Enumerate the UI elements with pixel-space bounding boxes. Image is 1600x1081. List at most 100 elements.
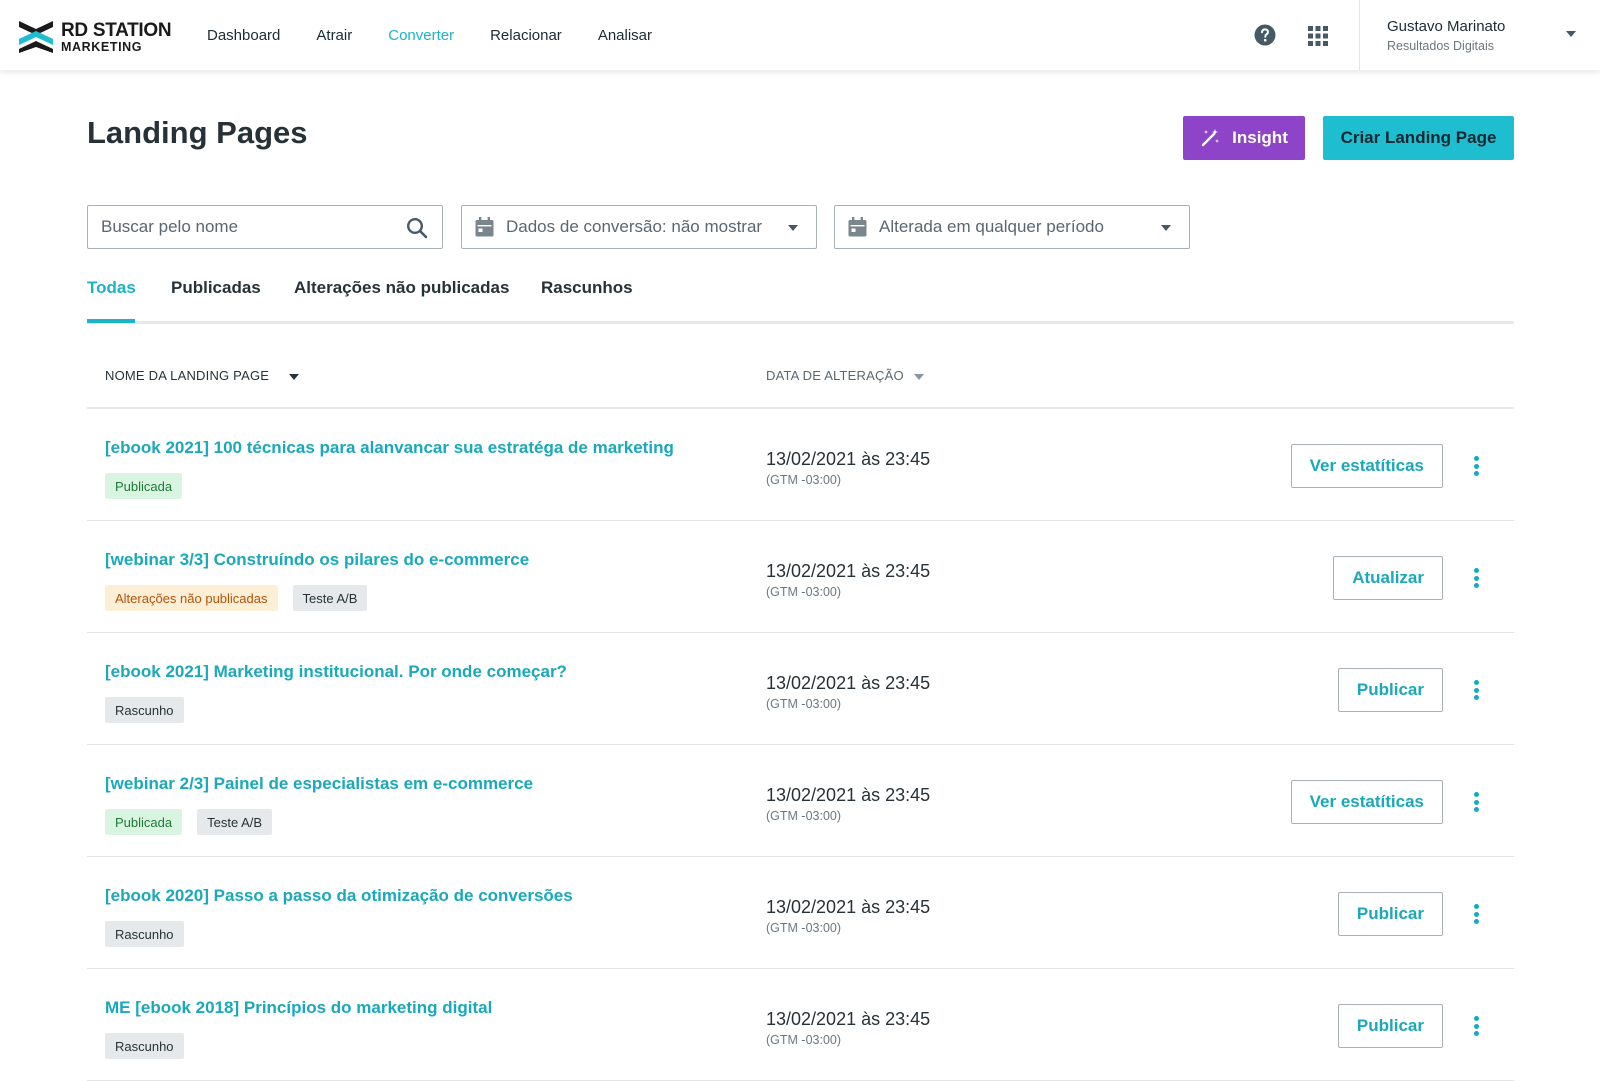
kebab-dot [1473, 471, 1479, 476]
tab-alteracoes-nao-publicadas[interactable]: Alterações não publicadas [294, 278, 509, 298]
user-menu[interactable]: Gustavo Marinato Resultados Digitais [1359, 0, 1600, 70]
table-row: ME [ebook 2018] Princípios do marketing … [87, 969, 1514, 1081]
nav-item-analisar[interactable]: Analisar [598, 27, 652, 44]
modified-date: 13/02/2021 às 23:45 [766, 673, 931, 693]
column-header-name[interactable]: NOME DA LANDING PAGE [105, 368, 300, 383]
nav-item-atrair[interactable]: Atrair [316, 27, 352, 44]
kebab-dot [1473, 568, 1479, 573]
nav-item-dashboard[interactable]: Dashboard [207, 27, 280, 44]
landing-page-title-link[interactable]: [ebook 2020] Passo a passo da otimização… [105, 886, 573, 906]
more-options-icon[interactable] [1471, 456, 1481, 476]
kebab-dot [1473, 904, 1479, 909]
status-badges: Publicada Teste A/B [105, 809, 287, 835]
modified-date: 13/02/2021 às 23:45 [766, 897, 931, 917]
modified-date: 13/02/2021 às 23:45 [766, 561, 931, 581]
table-row: [webinar 3/3] Construíndo os pilares do … [87, 521, 1514, 633]
table-row: [ebook 2020] Passo a passo da otimização… [87, 857, 1514, 969]
landing-page-title-link[interactable]: ME [ebook 2018] Princípios do marketing … [105, 998, 492, 1018]
more-options-icon[interactable] [1471, 1016, 1481, 1036]
sort-caret-icon [913, 373, 924, 380]
table-row: [ebook 2021] Marketing institucional. Po… [87, 633, 1514, 745]
tab-publicadas[interactable]: Publicadas [171, 278, 261, 298]
status-badge: Rascunho [105, 921, 184, 947]
page-title: Landing Pages [87, 115, 308, 150]
kebab-dot [1473, 583, 1479, 588]
nav-item-relacionar[interactable]: Relacionar [490, 27, 562, 44]
column-header-date[interactable]: DATA DE ALTERAÇÃO [766, 368, 924, 383]
conversion-data-select[interactable]: Dados de conversão: não mostrar [461, 205, 817, 249]
row-action-button[interactable]: Publicar [1337, 1004, 1443, 1048]
apps-grid-icon[interactable] [1308, 26, 1328, 46]
magic-wand-icon [1201, 129, 1220, 147]
row-action-button[interactable]: Publicar [1337, 668, 1443, 712]
kebab-dot [1473, 1016, 1479, 1021]
landing-page-title-link[interactable]: [ebook 2021] Marketing institucional. Po… [105, 662, 567, 682]
search-icon[interactable] [406, 217, 428, 239]
modified-date: 13/02/2021 às 23:45 [766, 785, 931, 805]
create-landing-page-button[interactable]: Criar Landing Page [1323, 116, 1514, 160]
chevron-down-icon [1566, 31, 1576, 37]
more-options-icon[interactable] [1471, 680, 1481, 700]
landing-page-title-link[interactable]: [ebook 2021] 100 técnicas para alanvanca… [105, 438, 674, 458]
tab-rascunhos[interactable]: Rascunhos [541, 278, 633, 298]
more-options-icon[interactable] [1471, 792, 1481, 812]
kebab-dot [1473, 680, 1479, 685]
more-options-icon[interactable] [1471, 904, 1481, 924]
status-tabs: Todas Publicadas Alterações não publicad… [87, 274, 1514, 324]
user-organization: Resultados Digitais [1387, 39, 1494, 53]
kebab-dot [1473, 911, 1479, 917]
row-action-button[interactable]: Atualizar [1333, 556, 1443, 600]
logo-line2: MARKETING [61, 39, 143, 54]
status-badge: Alterações não publicadas [105, 585, 278, 611]
help-icon[interactable] [1254, 24, 1276, 46]
modified-date: 13/02/2021 às 23:45 [766, 449, 931, 469]
more-options-icon[interactable] [1471, 568, 1481, 588]
status-badges: Rascunho [105, 921, 199, 947]
kebab-dot [1473, 575, 1479, 581]
status-badges: Rascunho [105, 697, 199, 723]
row-action-button[interactable]: Ver estatíticas [1290, 444, 1443, 488]
chevron-down-icon [1161, 225, 1171, 231]
main-nav: Dashboard Atrair Converter Relacionar An… [207, 0, 688, 70]
period-select[interactable]: Alterada em qualquer período [834, 205, 1190, 249]
timezone-label: (GTM -03:00) [766, 585, 842, 599]
table-row: [ebook 2021] 100 técnicas para alanvanca… [87, 409, 1514, 521]
search-field[interactable]: Buscar pelo nome [87, 205, 443, 249]
landing-page-title-link[interactable]: [webinar 3/3] Construíndo os pilares do … [105, 550, 529, 570]
status-badge: Rascunho [105, 1033, 184, 1059]
modified-date: 13/02/2021 às 23:45 [766, 1009, 931, 1029]
kebab-dot [1473, 807, 1479, 812]
chevron-down-icon [788, 225, 798, 231]
calendar-icon [475, 217, 494, 237]
insight-button[interactable]: Insight [1183, 116, 1305, 160]
status-badge: Publicada [105, 809, 183, 835]
kebab-dot [1473, 695, 1479, 700]
calendar-icon [848, 217, 867, 237]
nav-item-converter[interactable]: Converter [388, 27, 454, 44]
status-badge: Publicada [105, 473, 183, 499]
search-placeholder: Buscar pelo nome [101, 217, 239, 236]
kebab-dot [1473, 463, 1479, 469]
landing-page-title-link[interactable]: [webinar 2/3] Painel de especialistas em… [105, 774, 533, 794]
kebab-dot [1473, 456, 1479, 461]
timezone-label: (GTM -03:00) [766, 1033, 842, 1047]
row-action-button[interactable]: Ver estatíticas [1290, 780, 1443, 824]
insight-button-label: Insight [1232, 128, 1288, 147]
status-badge: Teste A/B [292, 585, 368, 611]
status-badges: Alterações não publicadas Teste A/B [105, 585, 382, 611]
period-value: Alterada em qualquer período [879, 217, 1104, 236]
timezone-label: (GTM -03:00) [766, 809, 842, 823]
kebab-dot [1473, 687, 1479, 693]
status-badge: Teste A/B [197, 809, 273, 835]
tab-todas[interactable]: Todas [87, 278, 136, 298]
status-badge: Rascunho [105, 697, 184, 723]
row-action-button[interactable]: Publicar [1337, 892, 1443, 936]
column-header-name-label: NOME DA LANDING PAGE [105, 368, 270, 383]
kebab-dot [1473, 1031, 1479, 1036]
logo-line1: RD STATION [61, 19, 172, 41]
active-tab-indicator [87, 319, 135, 323]
kebab-dot [1473, 799, 1479, 805]
sort-caret-icon [289, 373, 300, 380]
rd-station-logo[interactable]: RD STATION MARKETING [17, 17, 177, 57]
status-badges: Rascunho [105, 1033, 199, 1059]
